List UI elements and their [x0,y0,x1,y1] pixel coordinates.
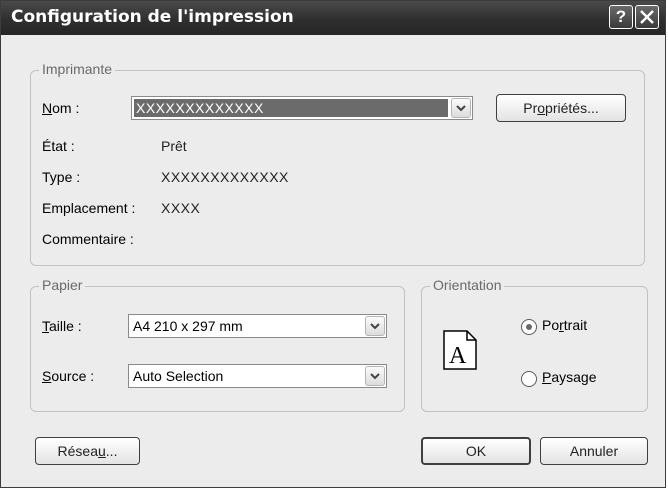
ok-button[interactable]: OK [421,437,531,465]
type-label: Type : [42,169,81,185]
type-value: XXXXXXXXXXXXX [161,169,289,185]
properties-button[interactable]: Propriétés... [496,94,626,122]
chevron-down-icon [370,373,380,380]
portrait-page-icon: A [443,330,477,370]
comment-label: Commentaire : [42,231,134,247]
paper-group-label: Papier [39,277,86,293]
print-setup-dialog: Configuration de l'impression ? Impriman… [0,0,666,488]
location-value: XXXX [161,200,201,216]
paper-source-select[interactable]: Auto Selection [128,364,387,388]
paper-group: Papier [30,277,405,412]
paper-size-dropdown-button[interactable] [365,316,385,336]
paper-source-value: Auto Selection [133,368,224,384]
page-letter: A [449,343,467,369]
portrait-radio[interactable] [521,319,537,335]
paper-source-label: Source : [42,368,95,384]
portrait-radio-dot [526,324,532,330]
landscape-radio[interactable] [521,371,537,387]
printer-group-label: Imprimante [39,61,116,77]
dialog-title: Configuration de l'impression [11,7,294,27]
printer-name-dropdown-button[interactable] [451,98,471,118]
cancel-button[interactable]: Annuler [540,437,648,465]
location-label: Emplacement : [42,200,136,216]
title-bar[interactable]: Configuration de l'impression ? [1,1,665,35]
landscape-label[interactable]: Paysage [542,369,597,385]
chevron-down-icon [370,323,380,330]
paper-size-value: A4 210 x 297 mm [133,318,243,334]
help-button[interactable]: ? [609,5,633,29]
portrait-label[interactable]: Portrait [542,317,587,333]
close-button[interactable] [635,5,659,29]
close-icon [640,10,654,24]
status-value: Prêt [161,138,187,154]
paper-size-select[interactable]: A4 210 x 297 mm [128,314,387,338]
orientation-group-label: Orientation [430,277,505,293]
printer-name-select[interactable]: XXXXXXXXXXXXX [131,96,473,120]
chevron-down-icon [456,105,466,112]
paper-source-dropdown-button[interactable] [365,366,385,386]
status-label: État : [42,138,75,154]
paper-size-label: Taille : [42,318,82,334]
network-button[interactable]: Réseau... [35,437,140,465]
printer-name-label: Nom : [42,100,80,116]
printer-name-value: XXXXXXXXXXXXX [134,99,448,117]
